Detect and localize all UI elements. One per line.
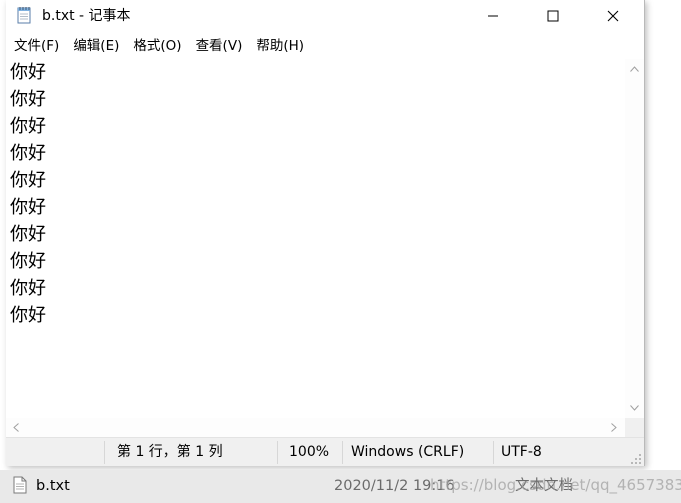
text-line: 你好 [10,224,46,245]
menu-file[interactable]: 文件(F) [6,34,66,58]
text-line: 你好 [10,197,46,218]
chevron-up-icon [630,65,639,72]
maximize-button[interactable] [530,0,576,31]
vertical-scrollbar[interactable] [625,59,644,418]
notepad-icon [17,7,31,24]
status-divider [493,441,494,464]
watermark-text: https://blog.csdn.net/qq_46573836 [430,476,681,494]
minimize-icon [488,15,498,16]
menu-help[interactable]: 帮助(H) [249,34,311,58]
menu-edit[interactable]: 编辑(E) [66,34,126,58]
scroll-down-button[interactable] [625,398,644,417]
scroll-left-button[interactable] [6,418,25,437]
close-button[interactable] [590,0,636,31]
chevron-down-icon [630,404,639,411]
scrollbar-corner [625,418,644,437]
status-bar: 第 1 行，第 1 列 100% Windows (CRLF) UTF-8 [6,437,644,466]
menu-view[interactable]: 查看(V) [189,34,250,58]
menu-format[interactable]: 格式(O) [126,34,188,58]
scroll-right-button[interactable] [604,418,623,437]
status-divider [342,441,343,464]
menu-bar: 文件(F) 编辑(E) 格式(O) 查看(V) 帮助(H) [6,34,644,58]
text-line: 你好 [10,278,46,299]
line-ending: Windows (CRLF) [351,444,465,460]
cursor-position: 第 1 行，第 1 列 [117,444,223,460]
window-title: b.txt - 记事本 [42,8,131,24]
horizontal-scrollbar[interactable] [6,418,625,437]
text-line: 你好 [10,305,46,326]
file-name: b.txt [36,478,70,494]
maximize-icon [547,10,559,21]
status-divider [277,441,278,464]
text-editor[interactable]: 你好 你好 你好 你好 你好 你好 你好 你好 你好 你好 [6,59,625,418]
encoding: UTF-8 [501,444,542,460]
minimize-button[interactable] [470,0,516,31]
chevron-left-icon [12,423,19,432]
notepad-window: b.txt - 记事本 文件(F) 编辑(E) 格式(O) 查看(V) 帮助(H… [6,0,645,466]
text-line: 你好 [10,170,46,191]
resize-grip-icon[interactable] [630,453,642,465]
zoom-level: 100% [289,444,330,460]
scroll-up-button[interactable] [625,59,644,78]
status-divider [104,441,105,464]
chevron-right-icon [610,423,617,432]
text-line: 你好 [10,89,46,110]
text-line: 你好 [10,143,46,164]
text-line: 你好 [10,62,46,83]
text-line: 你好 [10,116,46,137]
title-bar[interactable]: b.txt - 记事本 [6,0,644,31]
close-icon [607,10,619,21]
text-line: 你好 [10,251,46,272]
text-file-icon [13,476,27,494]
